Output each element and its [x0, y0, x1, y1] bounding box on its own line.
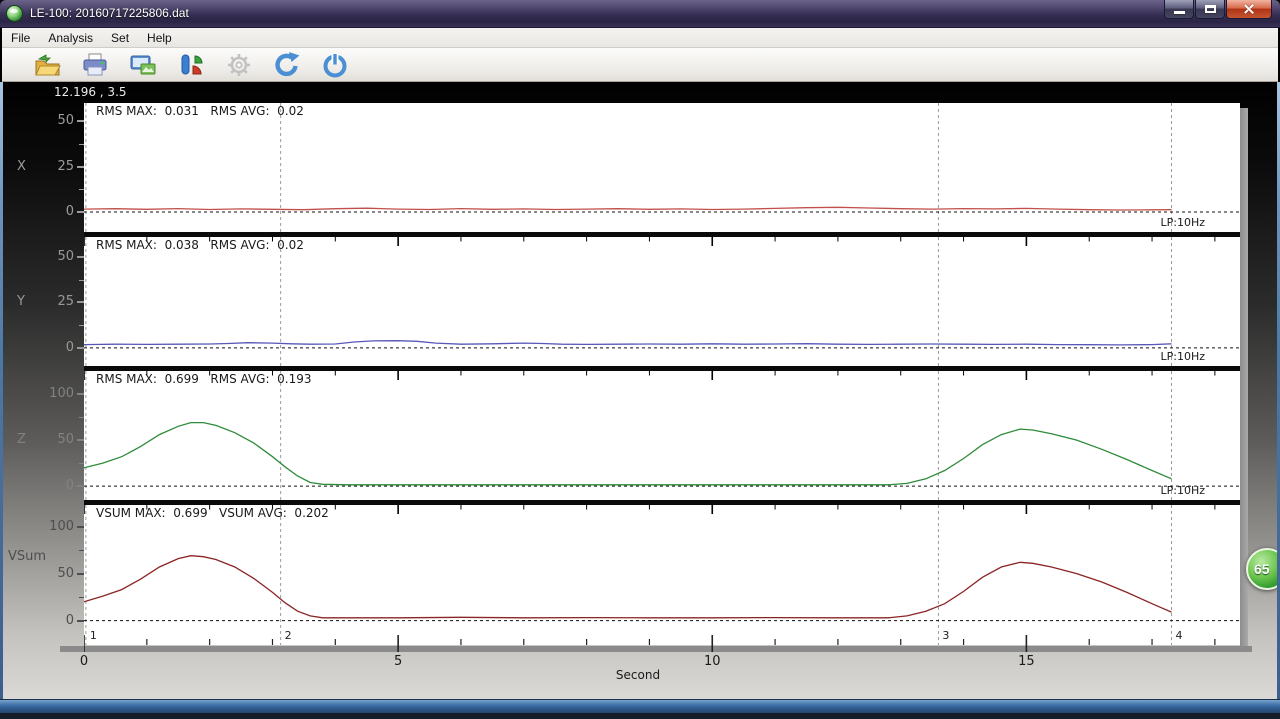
title-bar[interactable]: LE-100: 20160717225806.dat	[0, 0, 1280, 28]
toolbar	[2, 48, 1278, 82]
panel-header-z: RMS MAX: 0.699 RMS AVG: 0.193	[96, 372, 311, 386]
export-image-button[interactable]	[128, 50, 158, 80]
y-tick-label-z-100: 100	[4, 386, 74, 401]
vsum-plot-svg	[84, 505, 1240, 645]
close-button[interactable]	[1226, 0, 1272, 19]
x-tick-label-10: 10	[690, 654, 734, 669]
chart-report-button[interactable]	[176, 50, 206, 80]
y-tick-label-vsum-50: 50	[4, 566, 74, 581]
filter-label-y: LP:10Hz	[1160, 350, 1205, 363]
plot-panel-z[interactable]: RMS MAX: 0.699 RMS AVG: 0.193 LP:10Hz	[84, 366, 1240, 500]
x-tick-label-0: 0	[62, 654, 106, 669]
x-tick-label-5: 5	[376, 654, 420, 669]
x-tick-label-15: 15	[1004, 654, 1048, 669]
app-window: LE-100: 20160717225806.dat FileAnalysisS…	[0, 0, 1280, 719]
y-tick-vsum-50	[77, 573, 84, 575]
settings-button[interactable]	[224, 50, 254, 80]
y-minor-tick	[79, 550, 84, 551]
y-minor-tick	[79, 280, 84, 281]
z-plot-svg	[84, 371, 1240, 500]
y-tick-x-50	[77, 120, 84, 122]
window-title: LE-100: 20160717225806.dat	[30, 6, 189, 20]
y-minor-tick	[79, 463, 84, 464]
app-icon	[6, 5, 23, 22]
y-minor-tick	[79, 597, 84, 598]
maximize-button[interactable]	[1195, 0, 1225, 19]
maximize-icon	[1205, 5, 1216, 13]
y-tick-x-0	[77, 211, 84, 213]
y-tick-label-z-0: 0	[4, 478, 74, 493]
plot-panel-y[interactable]: RMS MAX: 0.038 RMS AVG: 0.02 LP:10Hz	[84, 232, 1240, 366]
taskbar-edge	[0, 713, 1280, 719]
y-minor-tick	[79, 417, 84, 418]
close-icon	[1243, 3, 1255, 15]
chart-icon	[176, 50, 206, 80]
axis-name-vsum: VSum	[8, 549, 46, 564]
menu-item-file[interactable]: File	[2, 29, 39, 47]
refresh-icon	[272, 50, 302, 80]
y-tick-y-0	[77, 347, 84, 349]
plot-panel-vsum[interactable]: VSUM MAX: 0.699 VSUM AVG: 0.2021234	[84, 500, 1240, 645]
y-minor-tick	[79, 144, 84, 145]
image-icon	[128, 50, 158, 80]
refresh-button[interactable]	[272, 50, 302, 80]
filter-label-z: LP:10Hz	[1160, 484, 1205, 497]
y-tick-label-x-50: 50	[4, 113, 74, 128]
floating-badge[interactable]: 65	[1246, 548, 1280, 590]
chart-area: 12.196 , 3.5 Second 65 RMS MAX: 0.031 RM…	[0, 82, 1280, 699]
y-tick-label-y-0: 0	[4, 340, 74, 355]
print-button[interactable]	[80, 50, 110, 80]
panel-header-y: RMS MAX: 0.038 RMS AVG: 0.02	[96, 238, 304, 252]
window-border-left	[0, 82, 3, 699]
menu-bar: FileAnalysisSetHelp	[2, 28, 1278, 48]
y-minor-tick	[79, 189, 84, 190]
y-tick-label-z-50: 50	[4, 432, 74, 447]
window-controls	[1163, 0, 1272, 19]
printer-icon	[80, 50, 110, 80]
menu-item-help[interactable]: Help	[138, 29, 181, 47]
minimize-icon	[1174, 11, 1185, 14]
x-plot-svg	[84, 103, 1240, 232]
panel-header-vsum: VSUM MAX: 0.699 VSUM AVG: 0.202	[96, 506, 329, 520]
badge-value: 65	[1254, 561, 1270, 577]
power-button[interactable]	[320, 50, 350, 80]
window-border-bottom	[0, 699, 1280, 713]
settings-gear-icon	[224, 50, 254, 80]
panel-header-x: RMS MAX: 0.031 RMS AVG: 0.02	[96, 104, 304, 118]
filter-label-x: LP:10Hz	[1160, 216, 1205, 229]
y-tick-z-0	[77, 485, 84, 487]
open-file-button[interactable]	[32, 50, 62, 80]
y-tick-label-y-50: 50	[4, 249, 74, 264]
y-tick-vsum-0	[77, 620, 84, 622]
y-tick-z-100	[77, 393, 84, 395]
y-tick-label-y-25: 25	[4, 294, 74, 309]
y-plot-svg	[84, 237, 1240, 366]
y-tick-label-x-25: 25	[4, 159, 74, 174]
plot-panel-x[interactable]: RMS MAX: 0.031 RMS AVG: 0.02 LP:10Hz	[84, 103, 1240, 232]
y-tick-y-50	[77, 256, 84, 258]
minimize-button[interactable]	[1164, 0, 1194, 19]
open-folder-icon	[32, 50, 62, 80]
cursor-readout: 12.196 , 3.5	[54, 85, 127, 99]
y-tick-label-x-0: 0	[4, 204, 74, 219]
power-icon	[320, 50, 350, 80]
y-tick-y-25	[77, 301, 84, 303]
x-axis-title: Second	[598, 668, 678, 682]
axis-name-y: Y	[17, 294, 25, 309]
x-axis-ticks	[84, 632, 1248, 654]
menu-item-analysis[interactable]: Analysis	[39, 29, 102, 47]
y-tick-x-25	[77, 166, 84, 168]
axis-name-x: X	[17, 159, 26, 174]
y-minor-tick	[79, 325, 84, 326]
axis-name-z: Z	[17, 432, 26, 447]
y-tick-label-vsum-100: 100	[4, 519, 74, 534]
y-tick-label-vsum-0: 0	[4, 613, 74, 628]
menu-item-set[interactable]: Set	[102, 29, 138, 47]
y-tick-z-50	[77, 439, 84, 441]
y-tick-vsum-100	[77, 526, 84, 528]
